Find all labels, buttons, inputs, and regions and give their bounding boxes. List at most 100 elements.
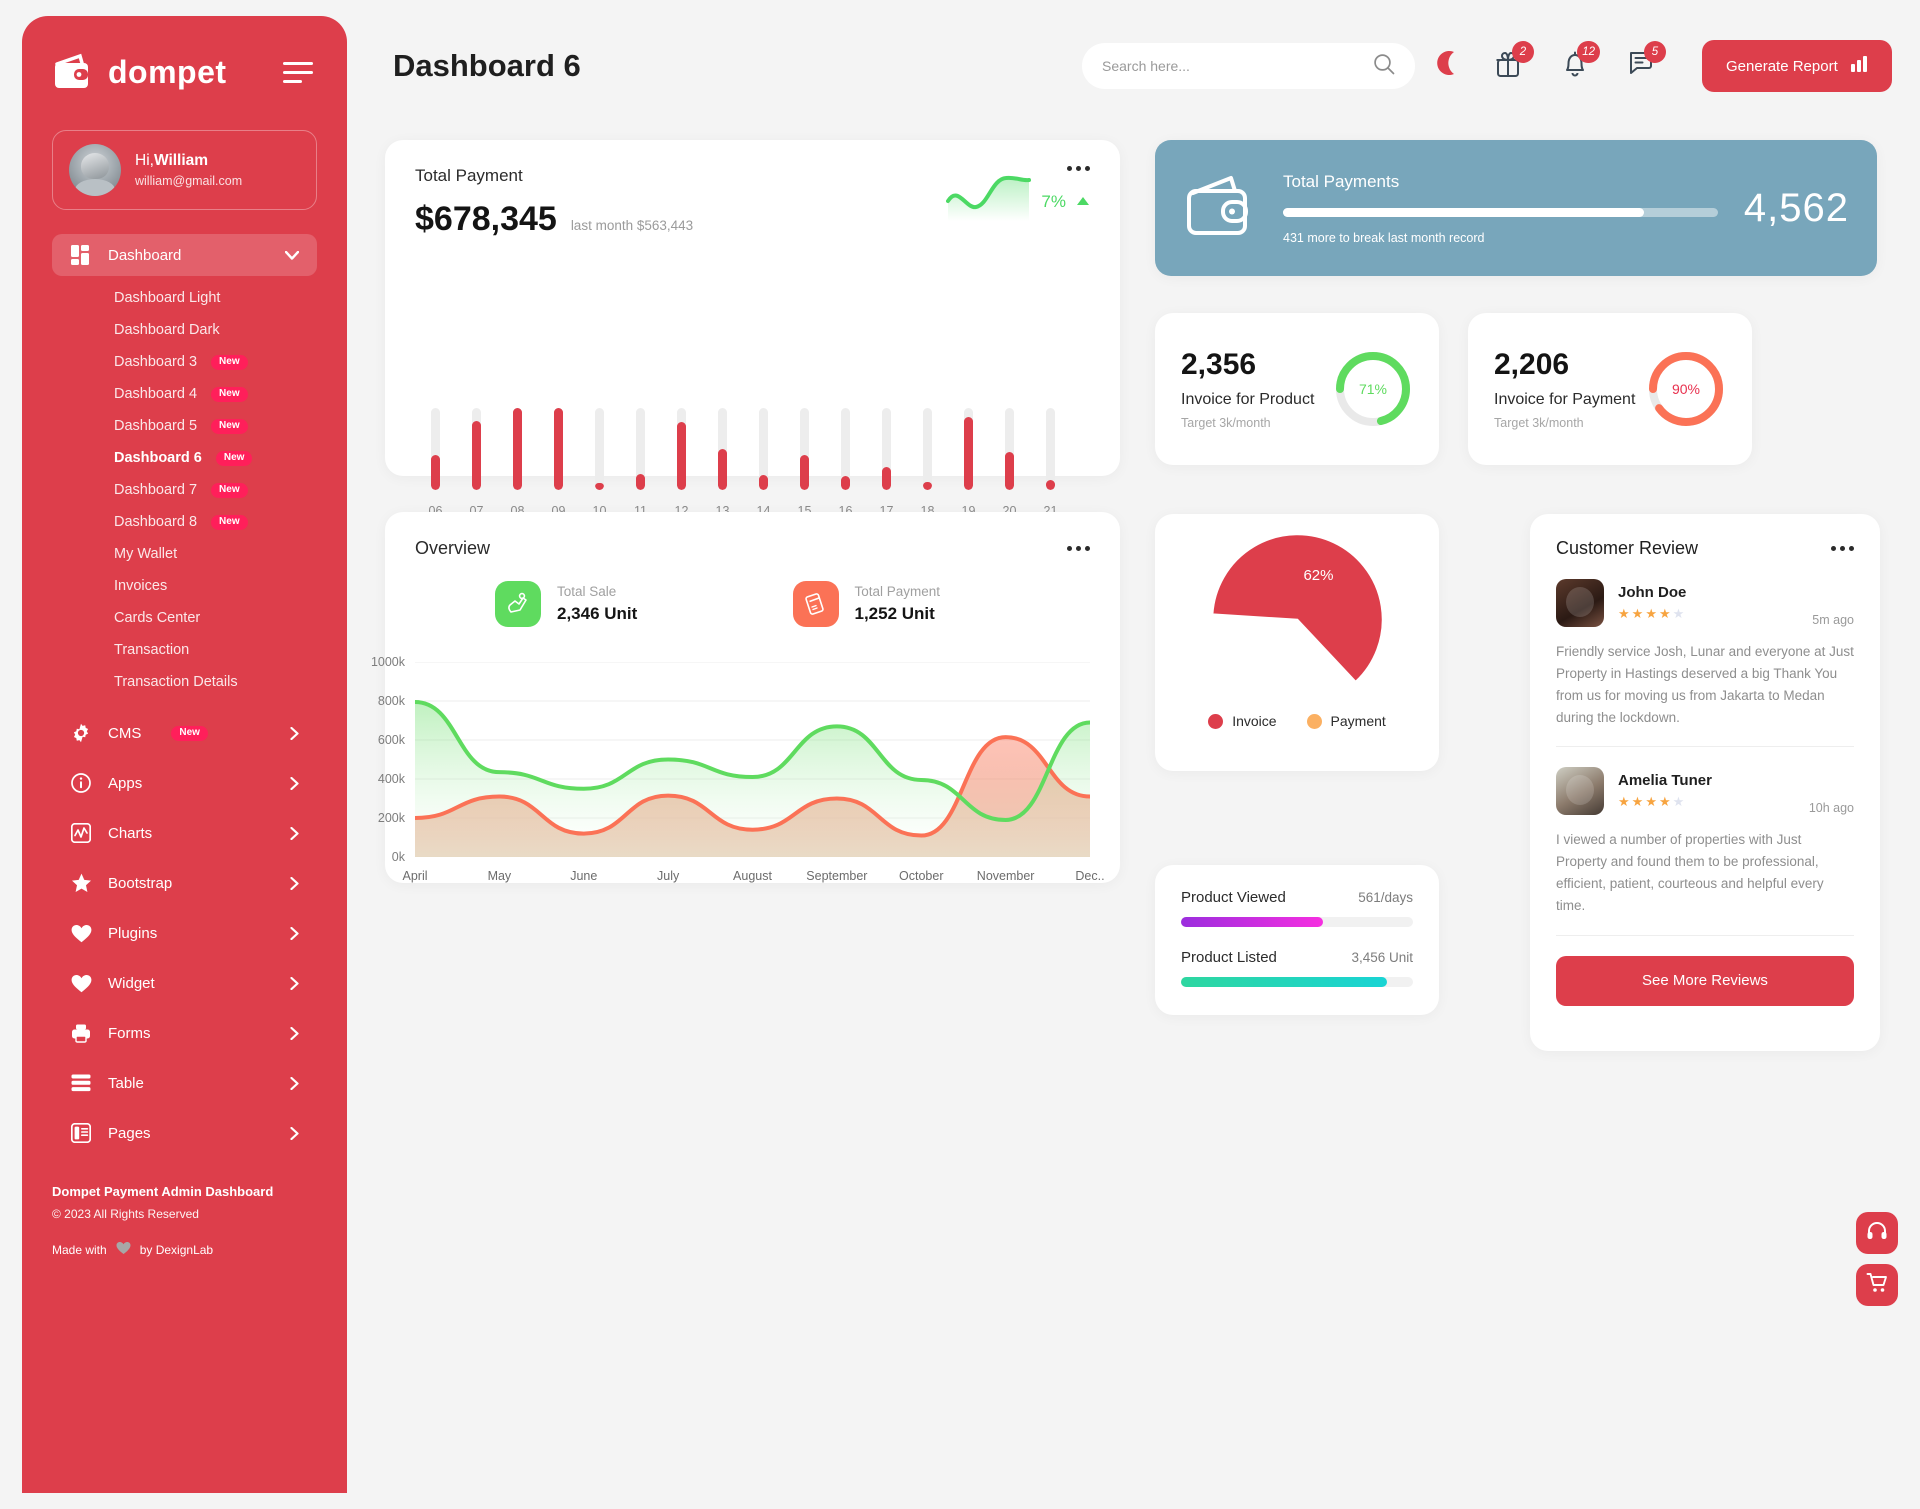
sidebar-item-dashboard[interactable]: Dashboard [52,234,317,276]
overview-stat: Total Sale 2,346 Unit [495,581,793,627]
review-time: 5m ago [1812,613,1854,627]
bar-column: 12 [661,408,702,518]
pie-data-label: 62% [1303,567,1333,584]
star-icon: ★ [1645,606,1659,621]
overview-menu-icon[interactable] [1067,546,1090,551]
product-stats-card: Product Viewed 561/days Product Listed 3… [1155,865,1439,1015]
sidebar-subitem-dashboard-5[interactable]: Dashboard 5 New [22,410,347,442]
user-name: William [153,152,209,169]
bar-column: 17 [866,408,907,518]
sidebar-footer: Dompet Payment Admin Dashboard © 2023 Al… [52,1184,317,1258]
bell-icon[interactable]: 12 [1562,41,1600,83]
footer-copyright: © 2023 All Rights Reserved [52,1207,199,1221]
review-text: Friendly service Josh, Lunar and everyon… [1556,644,1854,725]
bar-column: 14 [743,408,784,518]
new-badge: New [211,418,248,434]
avatar [1556,579,1604,627]
user-email: william@gmail.com [135,174,243,188]
sidebar-subitem-my-wallet[interactable]: My Wallet [22,538,347,570]
sidebar-item-label: Apps [108,774,143,792]
bar-track [595,408,604,490]
see-more-reviews-button[interactable]: See More Reviews [1556,955,1854,1006]
sidebar-subitem-dashboard-4[interactable]: Dashboard 4 New [22,378,347,410]
sidebar-subitem-transaction[interactable]: Transaction [22,634,347,666]
invoice-label: Invoice for Payment [1494,391,1636,408]
sidebar-item-apps[interactable]: Apps [52,758,317,808]
hamburger-icon[interactable] [283,61,313,83]
wallet-icon [52,52,96,92]
moon-icon[interactable] [1437,50,1461,81]
dashboard-page: dompet Hi,William william@gmail.com Dash… [0,0,1920,1509]
sidebar-item-widget[interactable]: Widget [52,958,317,1008]
overview-area-chart: 0k 200k 400k 600k 800k 1000k April May June July… [371,655,1105,883]
sidebar-item-label: Widget [108,974,155,992]
star-icon: ★ [1645,794,1659,810]
bar-column: 07 [456,408,497,518]
sidebar-subitem-dashboard-6[interactable]: Dashboard 6 New [22,442,347,474]
sidebar-item-table[interactable]: Table [52,1058,317,1108]
user-profile[interactable]: Hi,William william@gmail.com [52,130,317,210]
sidebar-item-charts[interactable]: Charts [52,808,317,858]
sidebar-subitem-cards-center[interactable]: Cards Center [22,602,347,634]
sidebar-subitem-invoices[interactable]: Invoices [22,570,347,602]
bar-chart-icon [1850,55,1868,77]
bar-column: 18 [907,408,948,518]
sidebar-subitem-label: Dashboard 8 [114,514,198,530]
review-menu-icon[interactable] [1831,546,1854,551]
total-payment-menu-icon[interactable] [1067,166,1090,171]
sidebar-subitem-dashboard-light[interactable]: Dashboard Light [22,282,347,314]
sidebar-item-forms[interactable]: Forms [52,1008,317,1058]
bell-badge: 12 [1577,41,1600,63]
bar-fill [554,408,563,490]
bar-column: 10 [579,408,620,518]
heart-icon [116,1241,131,1258]
total-payment-percent: 7% [1041,191,1066,211]
sidebar-item-plugins[interactable]: Plugins [52,908,317,958]
search-input[interactable] [1102,58,1373,74]
search-icon[interactable] [1373,53,1395,80]
star-icon [70,872,92,894]
product-label: Product Listed [1181,949,1277,966]
cart-fab-button[interactable] [1856,1264,1898,1306]
made-with-label: Made with [52,1242,107,1257]
invoice-target: Target 3k/month [1494,416,1584,430]
star-rating: ★★★★★ [1618,606,1798,622]
sidebar-subitem-label: Transaction Details [114,674,238,690]
total-payment-amount: $678,345 [415,200,557,238]
sidebar-subitem-dashboard-dark[interactable]: Dashboard Dark [22,314,347,346]
new-badge: New [211,354,248,370]
headset-icon [1866,1220,1888,1247]
search-box[interactable] [1082,43,1415,89]
sidebar-subitem-dashboard-7[interactable]: Dashboard 7 New [22,474,347,506]
overview-stat-value: 2,346 Unit [557,604,638,623]
review-text: I viewed a number of properties with Jus… [1556,832,1824,914]
sidebar-item-pages[interactable]: Pages [52,1108,317,1158]
sidebar-subitem-dashboard-8[interactable]: Dashboard 8 New [22,506,347,538]
star-icon: ★ [1658,794,1673,810]
gift-icon[interactable]: 2 [1494,41,1534,83]
divider [1556,746,1854,748]
page-title: Dashboard 6 [393,48,581,83]
invoice-label: Invoice for Product [1181,391,1315,408]
legend-swatch [1306,713,1322,729]
sidebar-item-bootstrap[interactable]: Bootstrap [52,858,317,908]
chevron-right-icon [290,876,299,890]
generate-report-button[interactable]: Generate Report [1702,40,1892,92]
sidebar-item-label: Table [108,1074,144,1092]
x-axis-tick: Dec.. [1075,869,1105,883]
sidebar-item-cms[interactable]: CMS New [52,708,317,758]
avatar [1556,767,1604,816]
pie-slice [1211,533,1383,683]
total-payment-card: Total Payment $678,345 last month $563,4… [385,140,1120,519]
invoice-product-card: 2,356 Invoice for Product Target 3k/mont… [1155,313,1439,465]
message-icon[interactable]: 5 [1628,41,1666,81]
gift-badge: 2 [1512,41,1534,63]
sidebar-subitem-transaction-details[interactable]: Transaction Details [22,666,347,698]
bar-track [923,408,932,490]
total-payment-last-month: last month $563,443 [570,218,694,233]
bar-track [513,408,522,490]
support-fab-button[interactable] [1856,1212,1898,1254]
x-axis-tick: June [570,869,598,883]
sidebar-subitem-dashboard-3[interactable]: Dashboard 3 New [22,346,347,378]
pages-icon [70,1122,92,1144]
